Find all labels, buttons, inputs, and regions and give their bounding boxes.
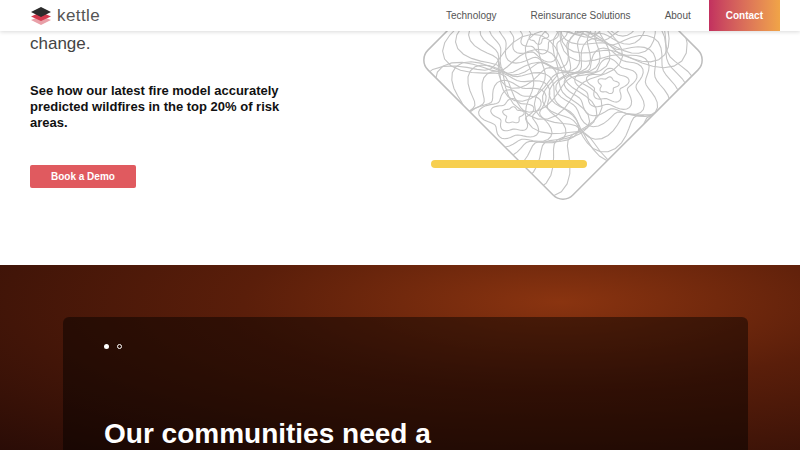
- hero-text: change. See how our latest fire model ac…: [0, 31, 330, 265]
- hero-heading: change.: [30, 33, 330, 55]
- hero-subtitle: See how our latest fire model accurately…: [30, 83, 320, 131]
- logo[interactable]: kettle: [30, 3, 100, 29]
- nav-link[interactable]: Reinsurance Solutions: [531, 8, 631, 23]
- topographic-map-icon: [418, 31, 708, 205]
- logo-text: kettle: [57, 3, 100, 29]
- hero: change. See how our latest fire model ac…: [0, 31, 800, 265]
- book-demo-button[interactable]: Book a Demo: [30, 165, 136, 188]
- contact-button[interactable]: Contact: [709, 0, 780, 31]
- carousel-heading: Our communities need a: [104, 417, 748, 450]
- site-header: kettle Technology Reinsurance Solutions Ab…: [0, 0, 800, 31]
- mission-section: Our communities need a: [0, 265, 800, 450]
- layers-logo-icon: [30, 6, 52, 26]
- carousel-dots: [104, 344, 748, 349]
- hero-graphic: [418, 31, 708, 265]
- nav-link[interactable]: Technology: [446, 8, 497, 23]
- nav-link[interactable]: About: [665, 8, 691, 23]
- carousel-card: Our communities need a: [63, 317, 748, 450]
- main-nav: Technology Reinsurance Solutions About: [446, 0, 691, 31]
- carousel-dot[interactable]: [117, 344, 122, 349]
- carousel-dot[interactable]: [104, 344, 109, 349]
